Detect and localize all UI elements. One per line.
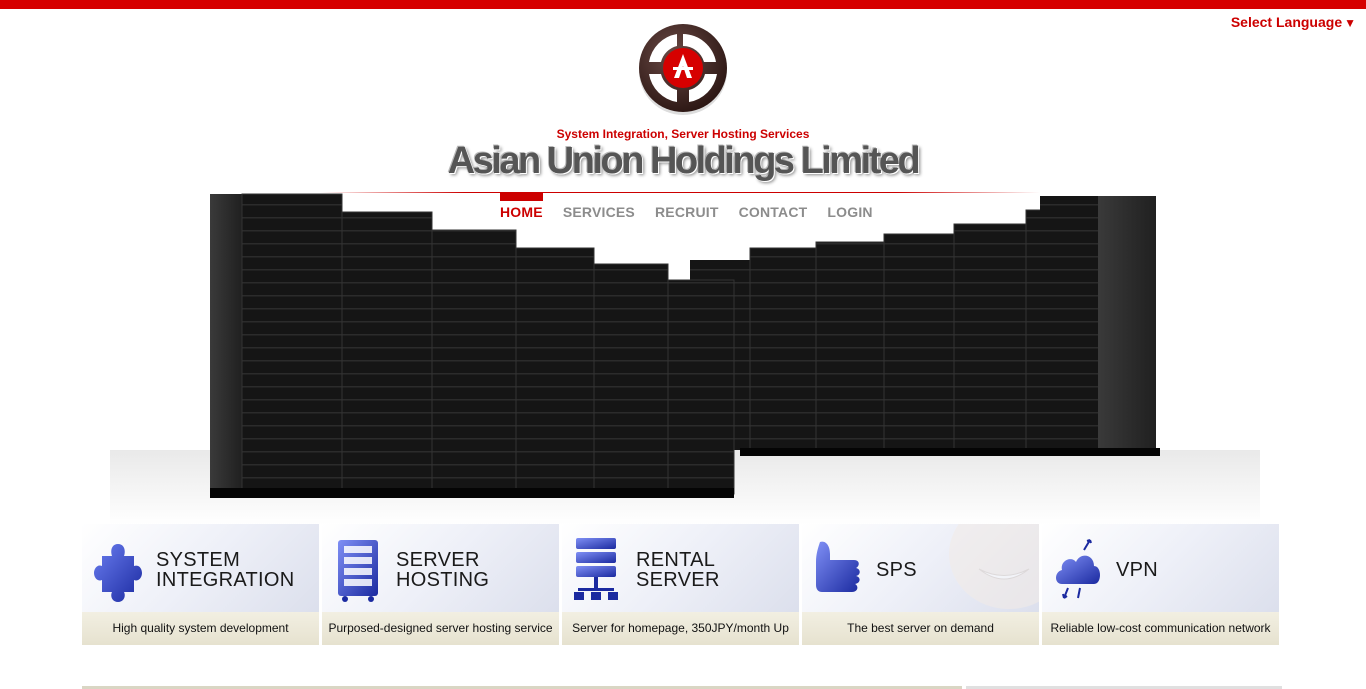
service-title: RENTAL SERVER: [636, 549, 720, 591]
service-card-rental-server[interactable]: RENTAL SERVER Server for homepage, 350JP…: [562, 524, 799, 645]
nav-contact[interactable]: CONTACT: [739, 193, 808, 223]
service-description: Purposed-designed server hosting service: [322, 612, 559, 645]
nav-recruit[interactable]: RECRUIT: [655, 193, 719, 223]
service-card-sps[interactable]: SPS The best server on demand: [802, 524, 1039, 645]
service-title: SYSTEM INTEGRATION: [156, 549, 295, 591]
cloud-network-icon: [1056, 539, 1100, 599]
service-card-server-hosting[interactable]: SERVER HOSTING Purposed-designed server …: [322, 524, 559, 645]
puzzle-icon: [94, 544, 142, 602]
language-selector[interactable]: Select Language ▼: [1231, 14, 1356, 30]
smiling-face-image: [949, 524, 1039, 609]
dropdown-arrow-icon: ▼: [1344, 16, 1356, 30]
main-nav: HOME SERVICES RECRUIT CONTACT LOGIN: [500, 193, 893, 223]
server-rack-icon: [338, 540, 378, 602]
company-logo[interactable]: [636, 22, 730, 116]
thumbs-up-icon: [816, 541, 860, 592]
nav-home[interactable]: HOME: [500, 193, 543, 223]
nav-services[interactable]: SERVICES: [563, 193, 635, 223]
language-label: Select Language: [1230, 14, 1343, 30]
service-description: Server for homepage, 350JPY/month Up: [562, 612, 799, 645]
service-description: High quality system development: [82, 612, 319, 645]
company-name: Asian Union Holdings Limited: [447, 140, 921, 182]
service-title: VPN: [1116, 559, 1159, 581]
network-server-icon: [574, 538, 618, 600]
server-racks-hero-image: [110, 193, 1260, 525]
service-card-system-integration[interactable]: SYSTEM INTEGRATION High quality system d…: [82, 524, 319, 645]
service-description: The best server on demand: [802, 612, 1039, 645]
service-card-vpn[interactable]: VPN Reliable low-cost communication netw…: [1042, 524, 1279, 645]
top-accent-bar: [0, 0, 1366, 9]
service-cards: SYSTEM INTEGRATION High quality system d…: [82, 524, 1279, 645]
service-description: Reliable low-cost communication network: [1042, 612, 1279, 645]
nav-login[interactable]: LOGIN: [827, 193, 872, 223]
company-tagline: System Integration, Server Hosting Servi…: [556, 127, 810, 141]
service-title: SPS: [876, 559, 917, 581]
service-title: SERVER HOSTING: [396, 549, 490, 591]
